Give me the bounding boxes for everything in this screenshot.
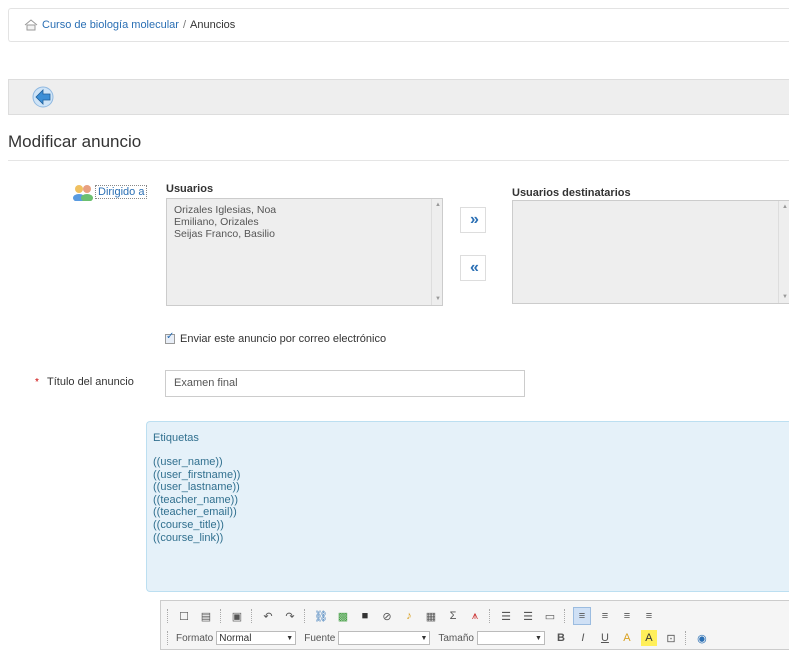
required-mark: * [35, 377, 39, 388]
tag-item: ((teacher_email)) [153, 506, 237, 519]
add-recipient-button[interactable]: » [460, 207, 486, 233]
title-divider [8, 160, 789, 161]
usuarios-destinatarios-label: Usuarios destinatarios [512, 187, 631, 199]
tags-panel: Etiquetas ((user_name)) ((user_firstname… [146, 421, 789, 592]
tag-item: ((user_lastname)) [153, 481, 240, 494]
list-item[interactable]: Orizales Iglesias, Noa [167, 204, 442, 216]
chevron-down-icon: ▼ [420, 634, 428, 642]
page-title: Modificar anuncio [8, 132, 142, 151]
source-icon[interactable]: ⊡ [663, 630, 679, 646]
toolbar-separator [304, 609, 307, 623]
help-icon[interactable]: ◉ [694, 630, 710, 646]
bold-button[interactable]: B [553, 630, 569, 646]
toolbar-separator [220, 609, 223, 623]
dirigido-a-text: Dirigido a [95, 185, 148, 199]
tag-item: ((course_link)) [153, 531, 224, 544]
paste-icon[interactable]: ▣ [229, 608, 245, 624]
align-justify-icon[interactable]: ≡ [641, 608, 657, 624]
tag-item: ((user_name)) [153, 456, 223, 468]
toolbar-separator [167, 631, 170, 645]
list-item[interactable]: Seijas Franco, Basilio [167, 228, 442, 240]
font-label: Fuente [304, 632, 336, 644]
size-select[interactable]: ▼ [476, 631, 545, 645]
editor-toolbar-row-2: Formato Normal ▼ Fuente ▼ Tamaño ▼ B I U … [167, 628, 716, 648]
video-icon[interactable]: ■ [357, 608, 373, 624]
text-color-icon[interactable]: A [619, 630, 635, 646]
new-page-icon[interactable]: ☐ [176, 608, 192, 624]
chart-icon[interactable]: ⩚ [467, 608, 483, 624]
tags-header: Etiquetas [153, 432, 199, 444]
title-field-label: Título del anuncio [47, 376, 134, 388]
email-option: Enviar este anuncio por correo electróni… [165, 331, 387, 345]
flash-icon[interactable]: ⊘ [379, 608, 395, 624]
dirigido-a-label: Dirigido a [72, 183, 148, 201]
toolbar-separator [251, 609, 254, 623]
toolbar-separator [167, 609, 170, 623]
breadcrumb-course-link[interactable]: Curso de biología molecular [42, 19, 179, 31]
audio-icon[interactable]: ♪ [401, 608, 417, 624]
remove-recipient-button[interactable]: « [460, 255, 486, 281]
email-checkbox-label: Enviar este anuncio por correo electróni… [180, 333, 387, 345]
users-icon [73, 185, 93, 201]
blockquote-icon[interactable]: ▭ [542, 608, 558, 624]
link-icon[interactable]: ⛓ [313, 608, 329, 624]
tag-item: ((user_firstname)) [153, 468, 241, 481]
size-label: Tamaño [438, 632, 474, 644]
toolbar-separator [564, 609, 567, 623]
users-listbox-scrollbar[interactable]: ▲ ▼ [431, 199, 442, 305]
italic-button[interactable]: I [575, 630, 591, 646]
unordered-list-icon[interactable]: ☰ [520, 608, 536, 624]
ordered-list-icon[interactable]: ☰ [498, 608, 514, 624]
back-arrow-icon[interactable] [31, 85, 55, 109]
title-input[interactable]: Examen final [165, 370, 525, 397]
toolbar-separator [684, 631, 688, 645]
toolbar-separator [489, 609, 492, 623]
list-item[interactable]: Emiliano, Orizales [167, 216, 442, 228]
format-value: Normal [219, 632, 252, 644]
email-checkbox[interactable] [165, 331, 175, 344]
rich-text-editor: ☐ ▤ ▣ ↶ ↷ ⛓ ▩ ■ ⊘ ♪ ▦ Σ ⩚ ☰ ☰ ▭ ≡ ≡ ≡ ≡ … [160, 600, 789, 650]
format-label: Formato [176, 632, 214, 644]
tag-item: ((course_title)) [153, 518, 224, 531]
target-users-listbox[interactable]: ▲ ▼ [512, 200, 789, 304]
align-center-icon[interactable]: ≡ [597, 608, 613, 624]
editor-toolbar-row-1: ☐ ▤ ▣ ↶ ↷ ⛓ ▩ ■ ⊘ ♪ ▦ Σ ⩚ ☰ ☰ ▭ ≡ ≡ ≡ ≡ [167, 606, 663, 626]
chevron-down-icon: ▼ [535, 634, 542, 642]
table-icon[interactable]: ▦ [423, 608, 439, 624]
users-listbox[interactable]: Orizales Iglesias, Noa Emiliano, Orizale… [166, 198, 443, 306]
underline-button[interactable]: U [597, 630, 613, 646]
image-icon[interactable]: ▩ [335, 608, 351, 624]
templates-icon[interactable]: ▤ [198, 608, 214, 624]
font-select[interactable]: ▼ [338, 631, 431, 645]
bg-color-icon[interactable]: A [640, 630, 657, 646]
home-icon [24, 19, 38, 31]
undo-icon[interactable]: ↶ [260, 608, 276, 624]
redo-icon[interactable]: ↷ [282, 608, 298, 624]
align-right-icon[interactable]: ≡ [619, 608, 635, 624]
breadcrumb-separator: / [182, 19, 187, 31]
formula-icon[interactable]: Σ [445, 608, 461, 624]
action-toolbar [8, 79, 789, 115]
align-left-icon[interactable]: ≡ [573, 607, 591, 625]
usuarios-label: Usuarios [166, 183, 214, 195]
format-select[interactable]: Normal ▼ [216, 631, 297, 645]
breadcrumb: Curso de biología molecular / Anuncios [8, 8, 789, 42]
tag-item: ((teacher_name)) [153, 493, 238, 506]
target-listbox-scrollbar[interactable]: ▲ ▼ [778, 201, 789, 303]
breadcrumb-current: Anuncios [190, 19, 236, 31]
chevron-down-icon: ▼ [286, 634, 294, 642]
